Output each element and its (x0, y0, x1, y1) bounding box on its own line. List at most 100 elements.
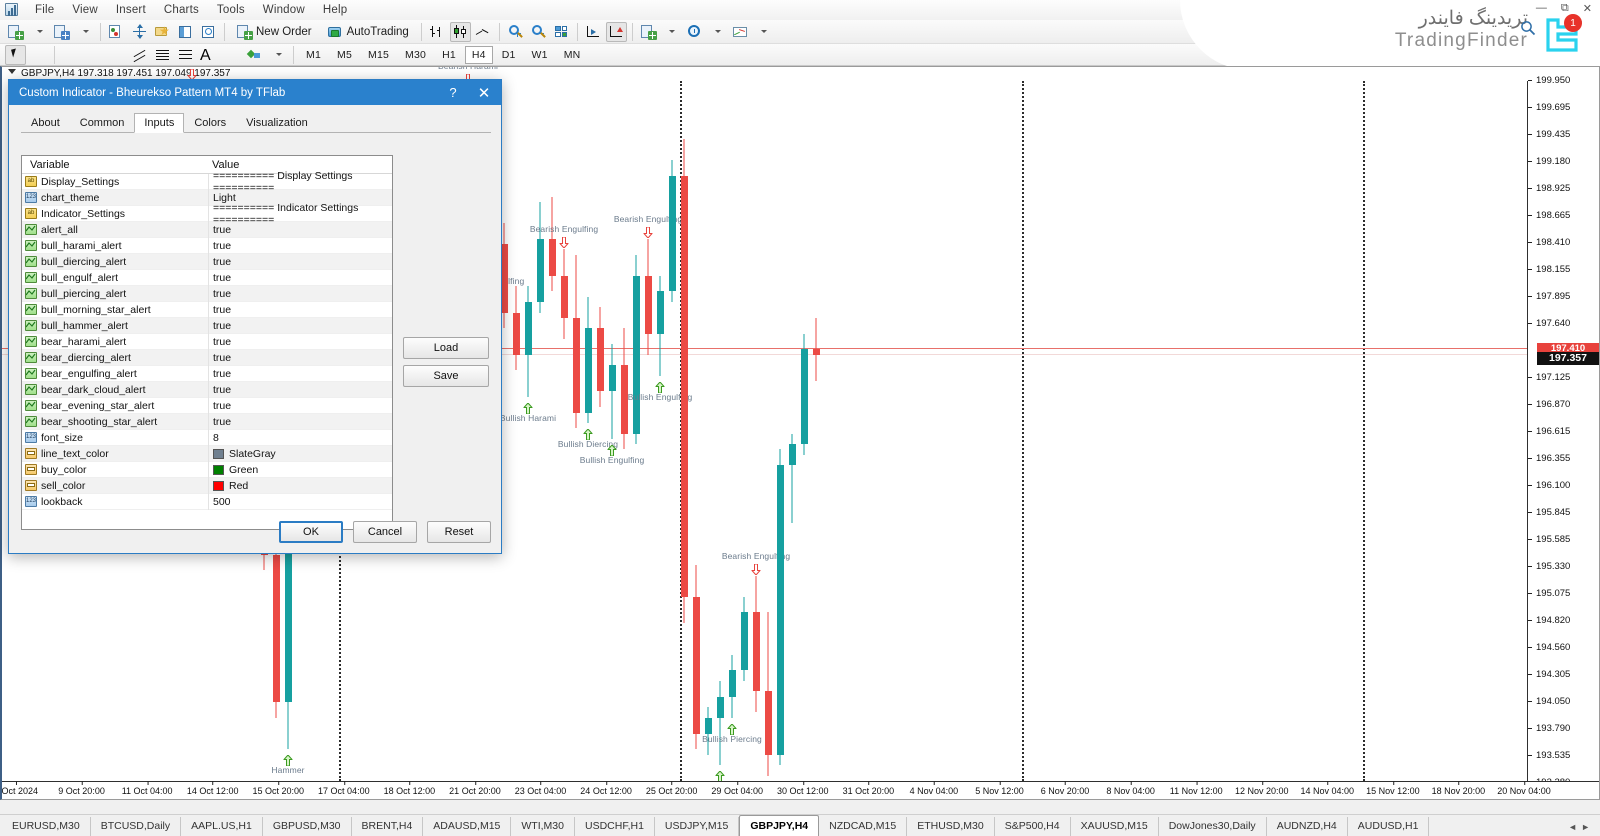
parameter-row[interactable]: sell_colorRed (22, 478, 392, 494)
ok-button[interactable]: OK (279, 521, 343, 543)
menu-view[interactable]: View (63, 2, 107, 18)
tile-windows-button[interactable] (551, 22, 572, 42)
load-button[interactable]: Load (403, 337, 489, 359)
indicator-properties-dialog[interactable]: Custom Indicator - Bheurekso Pattern MT4… (8, 79, 502, 554)
parameter-row[interactable]: 123lookback500 (22, 494, 392, 510)
parameter-value-cell[interactable]: Green (208, 462, 392, 478)
chart-tab-brent-h4[interactable]: BRENT,H4 (352, 817, 424, 836)
trendline-button[interactable] (106, 45, 127, 65)
parameter-row[interactable]: bull_harami_alerttrue (22, 238, 392, 254)
parameter-row[interactable]: bear_diercing_alerttrue (22, 350, 392, 366)
chart-tab-audnzd-h4[interactable]: AUDNZD,H4 (1267, 817, 1348, 836)
dialog-tab-visualization[interactable]: Visualization (236, 113, 318, 132)
zoom-in-button[interactable] (505, 22, 526, 42)
shapes-button[interactable] (244, 45, 265, 65)
chart-tab-nzdcad-m15[interactable]: NZDCAD,M15 (819, 817, 907, 836)
favorites-button[interactable]: ★ (152, 22, 173, 42)
parameter-value-cell[interactable]: true (208, 318, 392, 334)
shapes-dropdown[interactable] (267, 45, 288, 65)
parameter-value-cell[interactable]: 500 (208, 494, 392, 510)
text-label-button[interactable] (221, 45, 242, 65)
parameter-row[interactable]: bear_shooting_star_alerttrue (22, 414, 392, 430)
dialog-tab-inputs[interactable]: Inputs (134, 113, 184, 133)
parameter-row[interactable]: bear_dark_cloud_alerttrue (22, 382, 392, 398)
parameters-grid[interactable]: Variable Value abDisplay_Settings=======… (21, 155, 393, 530)
timeframe-m5[interactable]: M5 (330, 46, 359, 64)
new-chart-dropdown[interactable] (28, 22, 49, 42)
parameter-row[interactable]: abDisplay_Settings========== Display Set… (22, 174, 392, 190)
dialog-tab-common[interactable]: Common (70, 113, 135, 132)
tab-scroll-left-icon[interactable]: ◄ (1568, 822, 1581, 832)
text-button[interactable]: A (198, 45, 219, 65)
parameter-row[interactable]: bear_engulfing_alerttrue (22, 366, 392, 382)
chart-tab-aapl-us-h1[interactable]: AAPL.US,H1 (181, 817, 263, 836)
autotrading-button[interactable]: AutoTrading (321, 22, 416, 42)
horizontal-line-button[interactable] (83, 45, 104, 65)
timeframe-h1[interactable]: H1 (435, 46, 463, 64)
search-button[interactable] (1520, 20, 1536, 41)
zoom-out-button[interactable] (528, 22, 549, 42)
fibonacci-fan-button[interactable] (175, 45, 196, 65)
new-chart-button[interactable] (5, 22, 26, 42)
dialog-tab-about[interactable]: About (21, 113, 70, 132)
parameter-row[interactable]: alert_alltrue (22, 222, 392, 238)
equidistant-channel-button[interactable] (129, 45, 150, 65)
templates-dropdown[interactable] (753, 22, 774, 42)
timeframe-m1[interactable]: M1 (299, 46, 328, 64)
parameter-value-cell[interactable]: true (208, 398, 392, 414)
parameter-row[interactable]: abIndicator_Settings========== Indicator… (22, 206, 392, 222)
parameter-row[interactable]: line_text_colorSlateGray (22, 446, 392, 462)
menu-charts[interactable]: Charts (155, 2, 208, 18)
parameter-value-cell[interactable]: ========== Indicator Settings ========== (208, 206, 392, 222)
cursor-tool-button[interactable] (5, 45, 26, 65)
parameter-row[interactable]: bull_engulf_alerttrue (22, 270, 392, 286)
parameter-value-cell[interactable]: true (208, 286, 392, 302)
cancel-button[interactable]: Cancel (353, 521, 417, 543)
timeframe-m15[interactable]: M15 (361, 46, 396, 64)
timeframe-m30[interactable]: M30 (398, 46, 433, 64)
parameter-value-cell[interactable]: true (208, 334, 392, 350)
parameter-row[interactable]: bear_evening_star_alerttrue (22, 398, 392, 414)
parameter-value-cell[interactable]: Red (208, 478, 392, 494)
chart-shift-button[interactable] (606, 22, 627, 42)
tab-scroll-right-icon[interactable]: ► (1581, 822, 1594, 832)
parameter-value-cell[interactable]: 8 (208, 430, 392, 446)
parameter-row[interactable]: buy_colorGreen (22, 462, 392, 478)
new-order-button[interactable]: New Order (230, 22, 319, 42)
indicators-button[interactable] (106, 22, 127, 42)
parameter-value-cell[interactable]: true (208, 350, 392, 366)
chart-tab-dowjones30-daily[interactable]: DowJones30,Daily (1159, 817, 1267, 836)
chart-tab-gbpusd-m30[interactable]: GBPUSD,M30 (263, 817, 352, 836)
data-window-button[interactable] (198, 22, 219, 42)
timeframe-w1[interactable]: W1 (525, 46, 555, 64)
menu-help[interactable]: Help (314, 2, 356, 18)
bar-chart-button[interactable] (427, 22, 448, 42)
chart-tab-usdchf-h1[interactable]: USDCHF,H1 (575, 817, 655, 836)
save-button[interactable]: Save (403, 365, 489, 387)
menu-tools[interactable]: Tools (208, 2, 254, 18)
chart-menu-triangle-icon[interactable] (8, 69, 16, 74)
timeframe-mn[interactable]: MN (557, 46, 588, 64)
parameter-value-cell[interactable]: true (208, 238, 392, 254)
market-watch-button[interactable] (175, 22, 196, 42)
auto-scroll-button[interactable] (583, 22, 604, 42)
indicators-list-dropdown[interactable] (661, 22, 682, 42)
parameter-value-cell[interactable]: true (208, 254, 392, 270)
chart-tab-usdjpy-m15[interactable]: USDJPY,M15 (655, 817, 739, 836)
chart-tab-s-p500-h4[interactable]: S&P500,H4 (995, 817, 1071, 836)
parameter-row[interactable]: bull_morning_star_alerttrue (22, 302, 392, 318)
line-chart-button[interactable] (473, 22, 494, 42)
periods-button[interactable] (684, 22, 705, 42)
parameter-value-cell[interactable]: true (208, 222, 392, 238)
price-axis[interactable]: 199.950199.695199.435199.180198.925198.6… (1527, 81, 1599, 781)
parameter-row[interactable]: 123font_size8 (22, 430, 392, 446)
parameter-value-cell[interactable]: true (208, 366, 392, 382)
parameter-value-cell[interactable]: true (208, 414, 392, 430)
chart-tab-adausd-m15[interactable]: ADAUSD,M15 (423, 817, 511, 836)
candlestick-chart-button[interactable] (450, 22, 471, 42)
reset-button[interactable]: Reset (427, 521, 491, 543)
profile-dropdown[interactable] (74, 22, 95, 42)
parameter-row[interactable]: bull_hammer_alerttrue (22, 318, 392, 334)
fibonacci-retracement-button[interactable] (152, 45, 173, 65)
chart-tab-wti-m30[interactable]: WTI,M30 (511, 817, 575, 836)
